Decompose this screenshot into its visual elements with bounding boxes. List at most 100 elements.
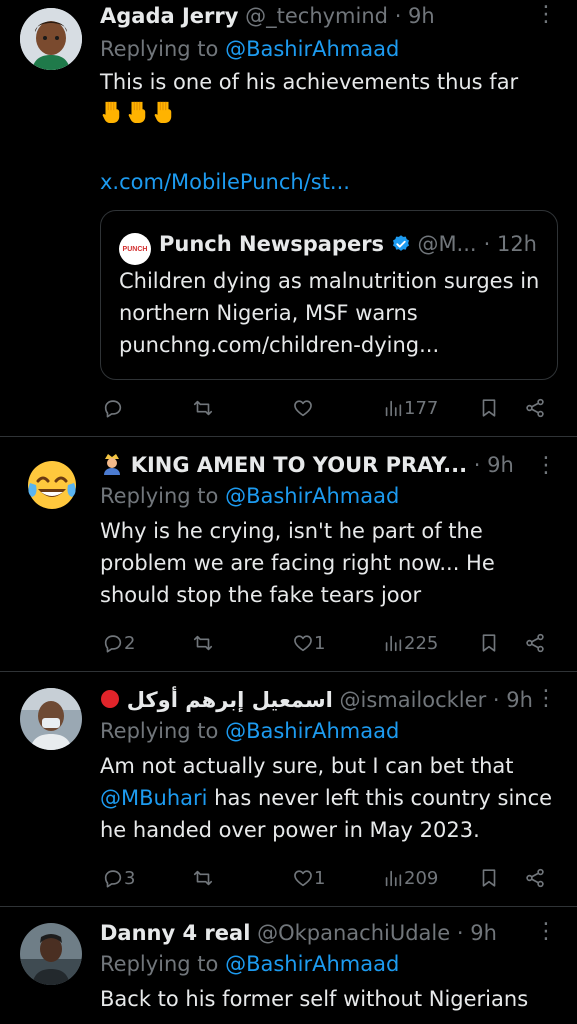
tweet-link[interactable]: x.com/MobilePunch/st...	[100, 166, 557, 198]
avatar-danny-4-real[interactable]	[20, 923, 82, 985]
tweet-3[interactable]: اسمعيل إبرهم أوكل @ismailockler · 9h Rep…	[0, 672, 577, 906]
timestamp[interactable]: · 9h	[474, 453, 514, 477]
reply-icon	[102, 632, 124, 654]
repost-icon	[192, 632, 214, 654]
pointing-down-emoji	[152, 100, 174, 124]
display-name[interactable]: اسمعيل إبرهم أوكل	[127, 688, 333, 712]
bookmark-button[interactable]	[478, 863, 500, 893]
quote-timestamp[interactable]: · 12h	[484, 229, 537, 259]
pointing-down-emoji	[100, 100, 122, 124]
reply-icon	[102, 867, 124, 889]
views-button[interactable]: 177	[382, 393, 438, 423]
like-button[interactable]	[292, 393, 314, 423]
display-name[interactable]: KING AMEN TO YOUR PRAY...	[131, 453, 467, 477]
emoji-row	[100, 100, 557, 128]
repost-button[interactable]	[192, 393, 214, 423]
avatar-crying-laughing[interactable]	[26, 459, 78, 511]
repost-icon	[192, 867, 214, 889]
replying-to: Replying to @BashirAhmaad	[100, 716, 557, 746]
bookmark-button[interactable]	[478, 393, 500, 423]
repost-button[interactable]	[192, 628, 214, 658]
avatar-image	[20, 8, 82, 70]
tweet-text: Am not actually sure, but I can bet that…	[100, 750, 557, 846]
replying-prefix: Replying to	[100, 719, 226, 743]
more-icon[interactable]: ⋮	[535, 455, 557, 481]
reply-button[interactable]	[102, 393, 124, 423]
avatar-image	[20, 688, 82, 750]
reply-button[interactable]: 3	[102, 863, 135, 893]
person-emoji	[104, 454, 120, 475]
bookmark-icon	[478, 632, 500, 654]
avatar-image	[20, 923, 82, 985]
like-count: 1	[314, 867, 326, 889]
replying-prefix: Replying to	[100, 37, 226, 61]
tweet-header: اسمعيل إبرهم أوكل @ismailockler · 9h	[100, 686, 557, 714]
tweet-text-part: Am not actually sure, but I can bet that	[100, 754, 514, 778]
pointing-down-emoji	[126, 100, 148, 124]
replying-to-mention[interactable]: @BashirAhmaad	[225, 37, 399, 61]
share-icon	[524, 867, 546, 889]
tweet-2[interactable]: KING AMEN TO YOUR PRAY... · 9h Replying …	[0, 437, 577, 671]
bookmark-icon	[478, 867, 500, 889]
tweet-text: Why is he crying, isn't he part of the p…	[100, 519, 495, 607]
red-circle-emoji	[101, 690, 119, 708]
views-count: 209	[404, 867, 439, 889]
replying-to: Replying to @BashirAhmaad	[100, 949, 557, 979]
tweet-actions: 2 1 225	[100, 628, 557, 658]
mention-link[interactable]: @MBuhari	[100, 786, 207, 810]
like-button[interactable]: 1	[292, 863, 325, 893]
share-button[interactable]	[524, 393, 546, 423]
quote-handle[interactable]: @M...	[417, 232, 476, 256]
share-button[interactable]	[524, 628, 546, 658]
display-name[interactable]: Danny 4 real	[100, 921, 250, 945]
user-handle[interactable]: @ismailockler	[339, 688, 486, 712]
quote-link[interactable]: punchng.com/children-dying...	[119, 329, 543, 361]
user-handle[interactable]: @_techymind	[245, 4, 388, 28]
replying-to: Replying to @BashirAhmaad	[100, 481, 557, 511]
bookmark-icon	[478, 397, 500, 419]
quoted-tweet[interactable]: PUNCH Punch Newspapers @M... · 12h Child…	[100, 210, 558, 380]
avatar-ismailockler[interactable]	[20, 688, 82, 750]
quote-display-name[interactable]: Punch Newspapers	[159, 232, 384, 256]
timestamp[interactable]: · 9h	[493, 688, 533, 712]
display-name[interactable]: Agada Jerry	[100, 4, 238, 28]
replying-to-mention[interactable]: @BashirAhmaad	[225, 952, 399, 976]
views-icon	[382, 397, 404, 419]
share-icon	[524, 397, 546, 419]
timestamp[interactable]: · 9h	[457, 921, 497, 945]
replying-to-mention[interactable]: @BashirAhmaad	[225, 719, 399, 743]
like-count: 1	[314, 632, 326, 654]
like-button[interactable]: 1	[292, 628, 325, 658]
tweet-1[interactable]: Agada Jerry @_techymind · 9h Replying to…	[0, 0, 577, 436]
punch-logo: PUNCH	[119, 233, 151, 265]
bookmark-button[interactable]	[478, 628, 500, 658]
reply-button[interactable]: 2	[102, 628, 135, 658]
like-icon	[292, 397, 314, 419]
views-count: 177	[404, 397, 439, 419]
timestamp[interactable]: · 9h	[395, 4, 435, 28]
more-icon[interactable]: ⋮	[535, 688, 557, 714]
tweet-header: KING AMEN TO YOUR PRAY... · 9h	[100, 451, 557, 479]
tweet-text: This is one of his achievements thus far	[100, 70, 519, 94]
views-button[interactable]: 209	[382, 863, 438, 893]
replying-to-mention[interactable]: @BashirAhmaad	[225, 484, 399, 508]
like-icon	[292, 867, 314, 889]
reply-count: 2	[124, 632, 136, 654]
punch-logo-text: PUNCH	[122, 245, 148, 253]
more-icon[interactable]: ⋮	[535, 921, 557, 947]
verified-badge-icon	[392, 235, 409, 251]
tweet-header: Danny 4 real @OkpanachiUdale · 9h	[100, 919, 557, 947]
avatar-agada-jerry[interactable]	[20, 8, 82, 70]
views-icon	[382, 632, 404, 654]
user-handle[interactable]: @OkpanachiUdale	[257, 921, 450, 945]
views-count: 225	[404, 632, 439, 654]
reply-icon	[102, 397, 124, 419]
tweet-header: Agada Jerry @_techymind · 9h	[100, 2, 557, 30]
quote-text: Children dying as malnutrition surges in…	[119, 269, 540, 325]
views-button[interactable]: 225	[382, 628, 438, 658]
replying-prefix: Replying to	[100, 484, 226, 508]
share-button[interactable]	[524, 863, 546, 893]
more-icon[interactable]: ⋮	[535, 4, 557, 30]
tweet-4[interactable]: Danny 4 real @OkpanachiUdale · 9h Replyi…	[0, 907, 577, 1024]
repost-button[interactable]	[192, 863, 214, 893]
